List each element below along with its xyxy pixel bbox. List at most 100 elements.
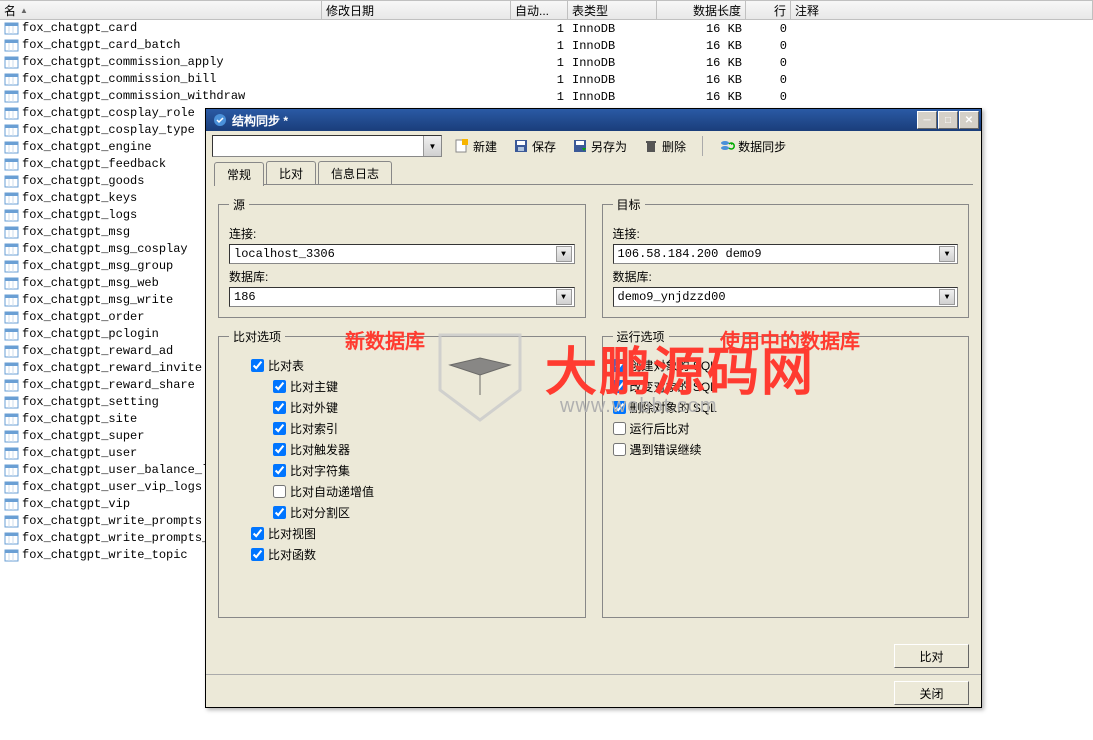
- titlebar[interactable]: 结构同步 * ─ □ ✕: [206, 109, 981, 131]
- source-legend: 源: [229, 196, 249, 213]
- delete-button[interactable]: 删除: [639, 136, 690, 157]
- target-conn-label: 连接:: [613, 225, 959, 242]
- tab-compare[interactable]: 比对: [266, 161, 316, 185]
- new-icon: [454, 138, 470, 154]
- table-icon: [4, 276, 20, 290]
- table-icon: [4, 310, 20, 324]
- maximize-button[interactable]: □: [938, 111, 958, 129]
- table-icon: [4, 225, 20, 239]
- source-db-label: 数据库:: [229, 268, 575, 285]
- target-fieldset: 目标 连接: 106.58.184.200 demo9▼ 数据库: demo9_…: [602, 196, 970, 318]
- chk-idx[interactable]: 比对索引: [273, 420, 575, 437]
- table-icon: [4, 395, 20, 409]
- target-db-select[interactable]: demo9_ynjdzzd00▼: [613, 287, 959, 307]
- table-icon: [4, 412, 20, 426]
- table-icon: [4, 327, 20, 341]
- table-icon: [4, 140, 20, 154]
- run-options-legend: 运行选项: [613, 328, 669, 345]
- table-icon: [4, 446, 20, 460]
- table-icon: [4, 208, 20, 222]
- chk-fk[interactable]: 比对外键: [273, 399, 575, 416]
- table-icon: [4, 378, 20, 392]
- col-comment[interactable]: 注释: [791, 1, 1093, 19]
- chk-trigger[interactable]: 比对触发器: [273, 441, 575, 458]
- table-icon: [4, 174, 20, 188]
- saveas-icon: [572, 138, 588, 154]
- chevron-down-icon[interactable]: ▼: [423, 136, 441, 156]
- chk-charset[interactable]: 比对字符集: [273, 462, 575, 479]
- chevron-down-icon[interactable]: ▼: [939, 246, 955, 262]
- chk-alter-sql[interactable]: 改变对象的 SQL: [613, 378, 959, 395]
- chk-autoinc[interactable]: 比对自动递增值: [273, 483, 575, 500]
- table-icon: [4, 548, 20, 562]
- target-conn-select[interactable]: 106.58.184.200 demo9▼: [613, 244, 959, 264]
- table-icon: [4, 463, 20, 477]
- col-tabletype[interactable]: 表类型: [568, 1, 657, 19]
- profile-input[interactable]: [213, 136, 423, 156]
- table-icon: [4, 55, 20, 69]
- source-db-select[interactable]: 186▼: [229, 287, 575, 307]
- sort-asc-icon: ▲: [20, 6, 28, 15]
- data-sync-button[interactable]: 数据同步: [715, 136, 790, 157]
- chk-continue-err[interactable]: 遇到错误继续: [613, 441, 959, 458]
- table-icon: [4, 531, 20, 545]
- tab-log[interactable]: 信息日志: [318, 161, 392, 185]
- chk-drop-sql[interactable]: 删除对象的 SQL: [613, 399, 959, 416]
- table-icon: [4, 497, 20, 511]
- table-icon: [4, 72, 20, 86]
- data-sync-icon: [719, 138, 735, 154]
- minimize-button[interactable]: ─: [917, 111, 937, 129]
- chevron-down-icon[interactable]: ▼: [556, 289, 572, 305]
- profile-combo[interactable]: ▼: [212, 135, 442, 157]
- table-icon: [4, 157, 20, 171]
- table-icon: [4, 191, 20, 205]
- tab-general[interactable]: 常规: [214, 162, 264, 186]
- close-dialog-button[interactable]: 关闭: [894, 681, 969, 705]
- col-rows[interactable]: 行: [746, 1, 791, 19]
- chevron-down-icon[interactable]: ▼: [556, 246, 572, 262]
- save-button[interactable]: 保存: [509, 136, 560, 157]
- chk-tables[interactable]: 比对表: [251, 357, 575, 374]
- separator: [702, 136, 703, 156]
- chk-views[interactable]: 比对视图: [251, 525, 575, 542]
- col-datalen[interactable]: 数据长度: [657, 1, 746, 19]
- dialog-title: 结构同步 *: [232, 112, 917, 129]
- table-row[interactable]: fox_chatgpt_commission_withdraw1InnoDB16…: [0, 88, 1093, 105]
- table-row[interactable]: fox_chatgpt_card_batch1InnoDB16 KB0: [0, 37, 1093, 54]
- table-row[interactable]: fox_chatgpt_card1InnoDB16 KB0: [0, 20, 1093, 37]
- chk-functions[interactable]: 比对函数: [251, 546, 575, 563]
- table-icon: [4, 242, 20, 256]
- chevron-down-icon[interactable]: ▼: [939, 289, 955, 305]
- new-button[interactable]: 新建: [450, 136, 501, 157]
- tabs: 常规 比对 信息日志: [206, 161, 981, 185]
- table-icon: [4, 106, 20, 120]
- trash-icon: [643, 138, 659, 154]
- saveas-button[interactable]: 另存为: [568, 136, 631, 157]
- table-icon: [4, 89, 20, 103]
- save-icon: [513, 138, 529, 154]
- source-fieldset: 源 连接: localhost_3306▼ 数据库: 186▼: [218, 196, 586, 318]
- target-legend: 目标: [613, 196, 645, 213]
- chk-create-sql[interactable]: 创建对象的 SQL: [613, 357, 959, 374]
- col-auto[interactable]: 自动...: [511, 1, 568, 19]
- table-icon: [4, 361, 20, 375]
- chk-run-after[interactable]: 运行后比对: [613, 420, 959, 437]
- table-row[interactable]: fox_chatgpt_commission_bill1InnoDB16 KB0: [0, 71, 1093, 88]
- col-modified[interactable]: 修改日期: [322, 1, 511, 19]
- table-icon: [4, 21, 20, 35]
- target-db-label: 数据库:: [613, 268, 959, 285]
- table-icon: [4, 38, 20, 52]
- col-name[interactable]: 名▲: [0, 1, 322, 19]
- compare-button[interactable]: 比对: [894, 644, 969, 668]
- table-icon: [4, 514, 20, 528]
- chk-pk[interactable]: 比对主键: [273, 378, 575, 395]
- table-header: 名▲ 修改日期 自动... 表类型 数据长度 行 注释: [0, 0, 1093, 20]
- close-button[interactable]: ✕: [959, 111, 979, 129]
- source-conn-select[interactable]: localhost_3306▼: [229, 244, 575, 264]
- structure-sync-dialog: 结构同步 * ─ □ ✕ ▼ 新建 保存 另存为 删除 数据同步 常规 比对 信…: [205, 108, 982, 708]
- table-row[interactable]: fox_chatgpt_commission_apply1InnoDB16 KB…: [0, 54, 1093, 71]
- table-icon: [4, 123, 20, 137]
- table-icon: [4, 259, 20, 273]
- chk-partition[interactable]: 比对分割区: [273, 504, 575, 521]
- sync-icon: [212, 112, 228, 128]
